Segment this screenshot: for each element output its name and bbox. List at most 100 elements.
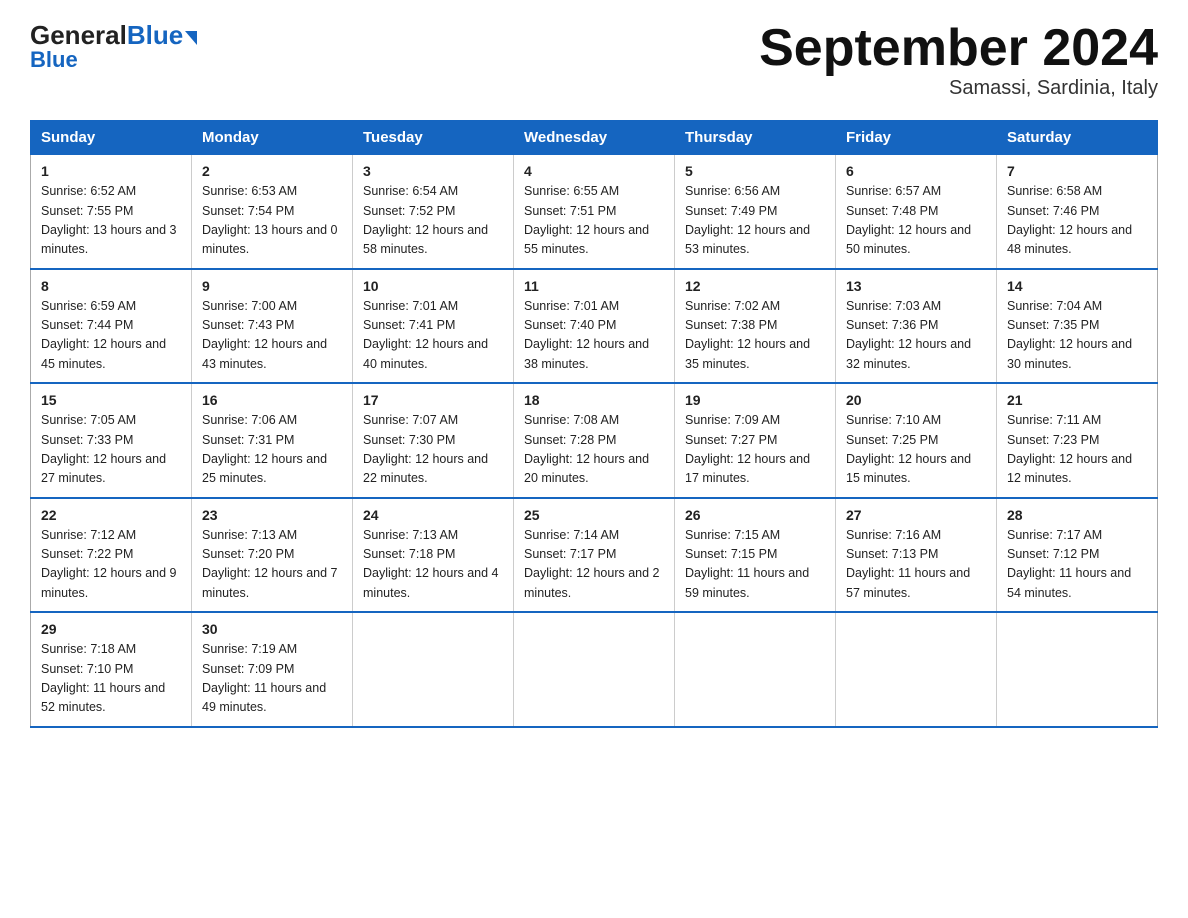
- day-number: 15: [41, 392, 181, 408]
- calendar-day-cell: 3 Sunrise: 6:54 AM Sunset: 7:52 PM Dayli…: [353, 155, 514, 269]
- calendar-day-cell: [514, 612, 675, 727]
- calendar-day-cell: 7 Sunrise: 6:58 AM Sunset: 7:46 PM Dayli…: [997, 155, 1158, 269]
- calendar-week-row: 22 Sunrise: 7:12 AM Sunset: 7:22 PM Dayl…: [31, 498, 1158, 613]
- day-number: 22: [41, 507, 181, 523]
- day-info: Sunrise: 7:08 AM Sunset: 7:28 PM Dayligh…: [524, 411, 664, 489]
- calendar-header: Sunday Monday Tuesday Wednesday Thursday…: [31, 121, 1158, 155]
- header-monday: Monday: [192, 121, 353, 155]
- day-info: Sunrise: 7:16 AM Sunset: 7:13 PM Dayligh…: [846, 526, 986, 604]
- day-info: Sunrise: 7:04 AM Sunset: 7:35 PM Dayligh…: [1007, 297, 1147, 375]
- calendar-day-cell: [353, 612, 514, 727]
- day-info: Sunrise: 7:06 AM Sunset: 7:31 PM Dayligh…: [202, 411, 342, 489]
- day-number: 19: [685, 392, 825, 408]
- day-number: 23: [202, 507, 342, 523]
- header-wednesday: Wednesday: [514, 121, 675, 155]
- day-info: Sunrise: 7:12 AM Sunset: 7:22 PM Dayligh…: [41, 526, 181, 604]
- day-number: 1: [41, 163, 181, 179]
- day-info: Sunrise: 7:01 AM Sunset: 7:40 PM Dayligh…: [524, 297, 664, 375]
- day-number: 16: [202, 392, 342, 408]
- day-info: Sunrise: 7:13 AM Sunset: 7:18 PM Dayligh…: [363, 526, 503, 604]
- calendar-day-cell: 2 Sunrise: 6:53 AM Sunset: 7:54 PM Dayli…: [192, 155, 353, 269]
- day-number: 26: [685, 507, 825, 523]
- day-info: Sunrise: 6:54 AM Sunset: 7:52 PM Dayligh…: [363, 182, 503, 260]
- page-header: GeneralBlue Blue September 2024 Samassi,…: [30, 20, 1158, 100]
- day-number: 6: [846, 163, 986, 179]
- day-info: Sunrise: 6:57 AM Sunset: 7:48 PM Dayligh…: [846, 182, 986, 260]
- title-block: September 2024 Samassi, Sardinia, Italy: [759, 20, 1158, 100]
- day-number: 12: [685, 278, 825, 294]
- calendar-day-cell: 25 Sunrise: 7:14 AM Sunset: 7:17 PM Dayl…: [514, 498, 675, 613]
- day-number: 7: [1007, 163, 1147, 179]
- day-number: 3: [363, 163, 503, 179]
- day-info: Sunrise: 7:19 AM Sunset: 7:09 PM Dayligh…: [202, 640, 342, 718]
- page-location: Samassi, Sardinia, Italy: [759, 77, 1158, 100]
- day-number: 10: [363, 278, 503, 294]
- calendar-day-cell: 10 Sunrise: 7:01 AM Sunset: 7:41 PM Dayl…: [353, 269, 514, 384]
- day-info: Sunrise: 6:59 AM Sunset: 7:44 PM Dayligh…: [41, 297, 181, 375]
- day-info: Sunrise: 7:03 AM Sunset: 7:36 PM Dayligh…: [846, 297, 986, 375]
- day-number: 14: [1007, 278, 1147, 294]
- day-number: 28: [1007, 507, 1147, 523]
- header-sunday: Sunday: [31, 121, 192, 155]
- calendar-day-cell: 15 Sunrise: 7:05 AM Sunset: 7:33 PM Dayl…: [31, 383, 192, 498]
- day-number: 21: [1007, 392, 1147, 408]
- day-info: Sunrise: 7:13 AM Sunset: 7:20 PM Dayligh…: [202, 526, 342, 604]
- day-info: Sunrise: 6:58 AM Sunset: 7:46 PM Dayligh…: [1007, 182, 1147, 260]
- calendar-day-cell: 23 Sunrise: 7:13 AM Sunset: 7:20 PM Dayl…: [192, 498, 353, 613]
- day-info: Sunrise: 7:17 AM Sunset: 7:12 PM Dayligh…: [1007, 526, 1147, 604]
- logo: GeneralBlue Blue: [30, 20, 197, 73]
- day-info: Sunrise: 7:10 AM Sunset: 7:25 PM Dayligh…: [846, 411, 986, 489]
- calendar-day-cell: [675, 612, 836, 727]
- day-info: Sunrise: 6:56 AM Sunset: 7:49 PM Dayligh…: [685, 182, 825, 260]
- logo-blue: Blue: [127, 20, 183, 51]
- calendar-day-cell: 5 Sunrise: 6:56 AM Sunset: 7:49 PM Dayli…: [675, 155, 836, 269]
- day-number: 29: [41, 621, 181, 637]
- day-info: Sunrise: 7:07 AM Sunset: 7:30 PM Dayligh…: [363, 411, 503, 489]
- calendar-day-cell: 8 Sunrise: 6:59 AM Sunset: 7:44 PM Dayli…: [31, 269, 192, 384]
- calendar-day-cell: 12 Sunrise: 7:02 AM Sunset: 7:38 PM Dayl…: [675, 269, 836, 384]
- day-number: 18: [524, 392, 664, 408]
- day-info: Sunrise: 6:52 AM Sunset: 7:55 PM Dayligh…: [41, 182, 181, 260]
- calendar-day-cell: 17 Sunrise: 7:07 AM Sunset: 7:30 PM Dayl…: [353, 383, 514, 498]
- day-number: 24: [363, 507, 503, 523]
- calendar-day-cell: 28 Sunrise: 7:17 AM Sunset: 7:12 PM Dayl…: [997, 498, 1158, 613]
- day-info: Sunrise: 7:00 AM Sunset: 7:43 PM Dayligh…: [202, 297, 342, 375]
- calendar-day-cell: [997, 612, 1158, 727]
- calendar-week-row: 8 Sunrise: 6:59 AM Sunset: 7:44 PM Dayli…: [31, 269, 1158, 384]
- calendar-day-cell: 9 Sunrise: 7:00 AM Sunset: 7:43 PM Dayli…: [192, 269, 353, 384]
- calendar-day-cell: 22 Sunrise: 7:12 AM Sunset: 7:22 PM Dayl…: [31, 498, 192, 613]
- day-info: Sunrise: 7:15 AM Sunset: 7:15 PM Dayligh…: [685, 526, 825, 604]
- calendar-week-row: 1 Sunrise: 6:52 AM Sunset: 7:55 PM Dayli…: [31, 155, 1158, 269]
- calendar-day-cell: 1 Sunrise: 6:52 AM Sunset: 7:55 PM Dayli…: [31, 155, 192, 269]
- header-thursday: Thursday: [675, 121, 836, 155]
- calendar-day-cell: 18 Sunrise: 7:08 AM Sunset: 7:28 PM Dayl…: [514, 383, 675, 498]
- calendar-day-cell: 16 Sunrise: 7:06 AM Sunset: 7:31 PM Dayl…: [192, 383, 353, 498]
- day-number: 25: [524, 507, 664, 523]
- day-number: 4: [524, 163, 664, 179]
- day-info: Sunrise: 7:01 AM Sunset: 7:41 PM Dayligh…: [363, 297, 503, 375]
- day-info: Sunrise: 6:55 AM Sunset: 7:51 PM Dayligh…: [524, 182, 664, 260]
- day-info: Sunrise: 7:05 AM Sunset: 7:33 PM Dayligh…: [41, 411, 181, 489]
- calendar-day-cell: 27 Sunrise: 7:16 AM Sunset: 7:13 PM Dayl…: [836, 498, 997, 613]
- day-info: Sunrise: 7:14 AM Sunset: 7:17 PM Dayligh…: [524, 526, 664, 604]
- calendar-day-cell: 6 Sunrise: 6:57 AM Sunset: 7:48 PM Dayli…: [836, 155, 997, 269]
- day-number: 11: [524, 278, 664, 294]
- calendar-week-row: 29 Sunrise: 7:18 AM Sunset: 7:10 PM Dayl…: [31, 612, 1158, 727]
- weekday-header-row: Sunday Monday Tuesday Wednesday Thursday…: [31, 121, 1158, 155]
- day-number: 17: [363, 392, 503, 408]
- day-info: Sunrise: 6:53 AM Sunset: 7:54 PM Dayligh…: [202, 182, 342, 260]
- logo-triangle-icon: [185, 31, 197, 45]
- day-number: 27: [846, 507, 986, 523]
- header-friday: Friday: [836, 121, 997, 155]
- day-number: 13: [846, 278, 986, 294]
- day-number: 20: [846, 392, 986, 408]
- calendar-day-cell: 24 Sunrise: 7:13 AM Sunset: 7:18 PM Dayl…: [353, 498, 514, 613]
- day-number: 2: [202, 163, 342, 179]
- calendar-body: 1 Sunrise: 6:52 AM Sunset: 7:55 PM Dayli…: [31, 155, 1158, 727]
- calendar-day-cell: 30 Sunrise: 7:19 AM Sunset: 7:09 PM Dayl…: [192, 612, 353, 727]
- calendar-day-cell: 29 Sunrise: 7:18 AM Sunset: 7:10 PM Dayl…: [31, 612, 192, 727]
- day-info: Sunrise: 7:02 AM Sunset: 7:38 PM Dayligh…: [685, 297, 825, 375]
- day-number: 30: [202, 621, 342, 637]
- calendar-day-cell: [836, 612, 997, 727]
- calendar-day-cell: 26 Sunrise: 7:15 AM Sunset: 7:15 PM Dayl…: [675, 498, 836, 613]
